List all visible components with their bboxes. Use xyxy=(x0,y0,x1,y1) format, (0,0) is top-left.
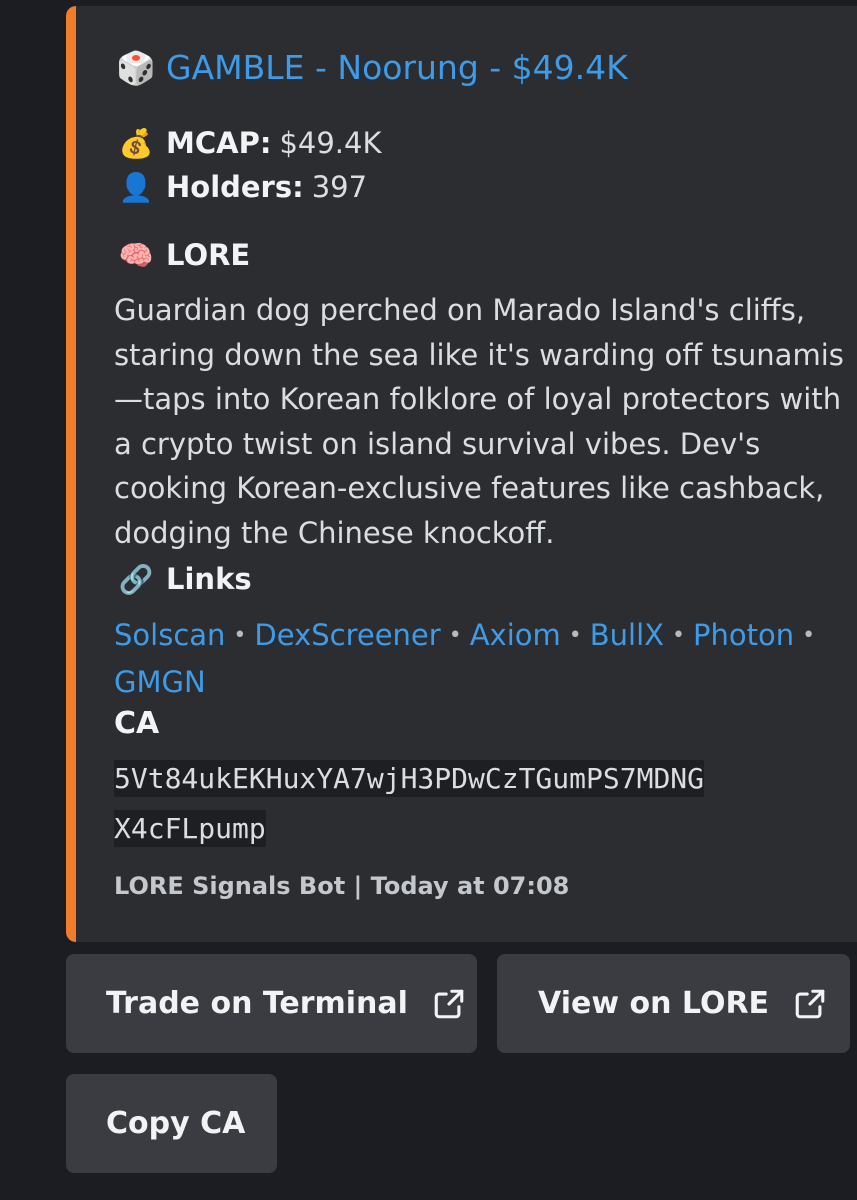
link-icon: 🔗 xyxy=(118,562,154,596)
brain-icon: 🧠 xyxy=(118,238,154,272)
lore-description: Guardian dog perched on Marado Island's … xyxy=(114,293,844,550)
signal-embed: 🎲 GAMBLE - Noorung - $49.4K 💰 MCAP: $49.… xyxy=(66,6,857,942)
link-solscan[interactable]: Solscan xyxy=(114,618,225,652)
mcap-value: $49.4K xyxy=(279,126,382,160)
contract-address-line-2[interactable]: X4cFLpump xyxy=(114,810,266,847)
link-separator: • xyxy=(802,623,816,648)
embed-title-text[interactable]: GAMBLE - Noorung - $49.4K xyxy=(166,48,628,87)
trade-on-terminal-button[interactable]: Trade on Terminal xyxy=(66,954,477,1053)
lore-heading: 🧠 LORE xyxy=(114,238,251,272)
view-on-lore-button[interactable]: View on LORE xyxy=(497,954,850,1053)
link-separator: • xyxy=(448,623,462,648)
copy-ca-button[interactable]: Copy CA xyxy=(66,1074,277,1173)
user-icon: 👤 xyxy=(118,170,154,204)
link-separator: • xyxy=(568,623,582,648)
copy-ca-label: Copy CA xyxy=(106,1106,246,1141)
link-gmgn[interactable]: GMGN xyxy=(114,665,206,699)
dice-icon: 🎲 xyxy=(116,48,156,87)
embed-footer: LORE Signals Bot | Today at 07:08 xyxy=(114,872,570,900)
holders-field: 👤 Holders: 397 xyxy=(114,170,368,204)
link-separator: • xyxy=(672,623,685,648)
trade-on-terminal-label: Trade on Terminal xyxy=(106,986,408,1021)
mcap-label: MCAP: xyxy=(166,126,272,160)
link-separator: • xyxy=(233,623,247,648)
external-link-icon xyxy=(434,989,464,1018)
money-bag-icon: 💰 xyxy=(118,126,154,160)
links-list: Solscan • DexScreener • Axiom • BullX • Photon • G… xyxy=(114,612,844,705)
link-dexscreener[interactable]: DexScreener xyxy=(254,618,440,652)
mcap-field: 💰 MCAP: $49.4K xyxy=(114,126,382,160)
links-heading-text: Links xyxy=(166,562,252,596)
ca-label: CA xyxy=(114,706,160,741)
contract-address[interactable]: 5Vt84ukEKHuxYA7wjH3PDwCzTGumPS7MDNG X4cF… xyxy=(114,754,705,854)
link-photon[interactable]: Photon xyxy=(693,618,794,652)
contract-address-line-1[interactable]: 5Vt84ukEKHuxYA7wjH3PDwCzTGumPS7MDNG xyxy=(114,760,705,797)
link-axiom[interactable]: Axiom xyxy=(470,618,561,652)
holders-label: Holders: xyxy=(166,170,304,204)
link-bullx[interactable]: BullX xyxy=(590,618,664,652)
view-on-lore-label: View on LORE xyxy=(538,986,770,1021)
holders-value: 397 xyxy=(311,170,368,204)
embed-title[interactable]: 🎲 GAMBLE - Noorung - $49.4K xyxy=(114,48,628,87)
lore-heading-text: LORE xyxy=(166,238,251,272)
external-link-icon xyxy=(795,989,825,1018)
links-heading: 🔗 Links xyxy=(114,562,252,596)
